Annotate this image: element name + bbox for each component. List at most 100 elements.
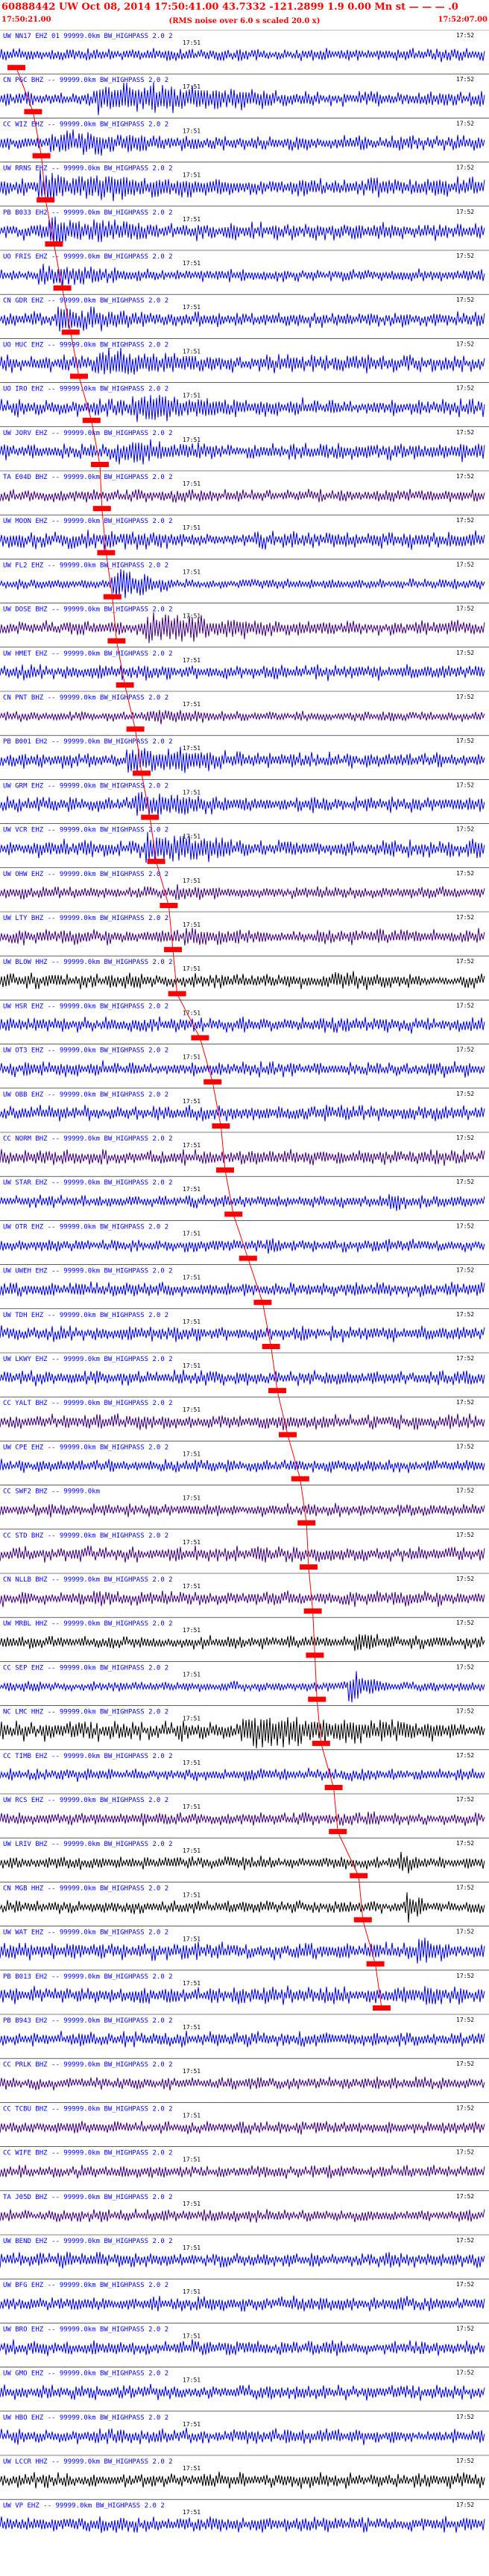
station-label: UW LTY BHZ -- 99999.0km BW_HIGHPASS 2.0 … bbox=[3, 915, 168, 922]
phase-pick-marker bbox=[268, 1388, 286, 1394]
time-tick-label: 17:51 bbox=[183, 304, 201, 311]
time-tick-label: 17:51 bbox=[183, 1230, 201, 1237]
time-tick-label: 17:52 bbox=[456, 1178, 474, 1185]
waveform-trace bbox=[0, 1671, 485, 1703]
phase-pick-marker bbox=[312, 1740, 330, 1746]
station-label: UW OHW EHZ -- 99999.0km BW_HIGHPASS 2.0 … bbox=[3, 871, 168, 878]
station-label: UW NN17 EHZ 01 99999.0km BW_HIGHPASS 2.0… bbox=[3, 33, 173, 40]
waveform-trace bbox=[0, 1985, 485, 2005]
station-label: UO IRO EHZ -- 99999.0km BW_HIGHPASS 2.0 … bbox=[3, 386, 168, 393]
time-tick-label: 17:52 bbox=[456, 958, 474, 965]
station-label: UW BFG EHZ -- 99999.0km BW_HIGHPASS 2.0 … bbox=[3, 2282, 168, 2289]
phase-pick-marker bbox=[147, 858, 165, 864]
trace-layer bbox=[0, 30, 489, 2534]
station-label: UW BLOW HHZ -- 99999.0km BW_HIGHPASS 2.0… bbox=[3, 959, 173, 966]
waveform-trace bbox=[0, 791, 485, 816]
waveform-trace bbox=[0, 1634, 485, 1652]
time-tick-label: 17:51 bbox=[183, 1009, 201, 1016]
time-tick-label: 17:51 bbox=[183, 1671, 201, 1678]
time-tick-label: 17:52 bbox=[456, 2237, 474, 2244]
station-label: CC WIFE BHZ -- 99999.0km BW_HIGHPASS 2.0… bbox=[3, 2150, 173, 2157]
station-label: UW HMET EHZ -- 99999.0km BW_HIGHPASS 2.0… bbox=[3, 650, 173, 658]
waveform-trace bbox=[0, 1851, 485, 1874]
time-tick-label: 17:52 bbox=[456, 1047, 474, 1053]
phase-pick-marker bbox=[126, 726, 145, 732]
time-tick-label: 17:51 bbox=[183, 172, 201, 179]
time-tick-label: 17:52 bbox=[456, 1884, 474, 1891]
phase-pick-marker bbox=[92, 506, 111, 512]
time-tick-label: 17:52 bbox=[456, 2414, 474, 2420]
station-label: CN MGB HHZ -- 99999.0km BW_HIGHPASS 2.0 … bbox=[3, 1885, 168, 1892]
waveform-trace bbox=[0, 264, 485, 287]
station-label: CC SWF2 BHZ -- 99999.0km bbox=[3, 1488, 100, 1496]
time-tick-label: 17:51 bbox=[183, 2509, 201, 2516]
time-tick-label: 17:52 bbox=[456, 253, 474, 259]
waveform-trace bbox=[0, 2076, 485, 2091]
station-label: UW GRM EHZ -- 99999.0km BW_HIGHPASS 2.0 … bbox=[3, 782, 168, 790]
time-tick-label: 17:52 bbox=[456, 2458, 474, 2464]
station-label: UW VCR EHZ -- 99999.0km BW_HIGHPASS 2.0 … bbox=[3, 827, 168, 834]
time-tick-label: 17:52 bbox=[456, 1267, 474, 1274]
time-tick-label: 17:52 bbox=[456, 1796, 474, 1803]
phase-pick-marker bbox=[303, 1608, 322, 1614]
station-label: TA J05D BHZ -- 99999.0km BW_HIGHPASS 2.0… bbox=[3, 2194, 173, 2201]
time-tick-label: 17:51 bbox=[183, 1627, 201, 1634]
time-tick-label: 17:52 bbox=[456, 826, 474, 833]
phase-pick-marker bbox=[160, 903, 178, 908]
station-label: UW CPE EHZ -- 99999.0km BW_HIGHPASS 2.0 … bbox=[3, 1444, 168, 1451]
waveform-trace bbox=[0, 395, 485, 422]
time-tick-label: 17:51 bbox=[183, 2332, 201, 2339]
time-tick-label: 17:51 bbox=[183, 878, 201, 884]
waveform-trace bbox=[0, 1716, 485, 1748]
event-title: 60888442 UW Oct 08, 2014 17:50:41.00 43.… bbox=[1, 1, 458, 13]
time-tick-label: 17:51 bbox=[183, 1936, 201, 1943]
time-tick-label: 17:51 bbox=[183, 1583, 201, 1590]
time-tick-label: 17:52 bbox=[456, 165, 474, 171]
phase-pick-marker bbox=[32, 153, 51, 159]
waveform-trace bbox=[0, 1281, 485, 1298]
station-label: UW OBB EHZ -- 99999.0km BW_HIGHPASS 2.0 … bbox=[3, 1091, 168, 1099]
station-label: UW WAT EHZ -- 99999.0km BW_HIGHPASS 2.0 … bbox=[3, 1929, 168, 1937]
waveform-trace bbox=[0, 2516, 485, 2534]
station-label: UW HSR EHZ -- 99999.0km BW_HIGHPASS 2.0 … bbox=[3, 1003, 168, 1010]
time-tick-label: 17:52 bbox=[456, 694, 474, 700]
time-tick-label: 17:52 bbox=[456, 120, 474, 127]
phase-pick-marker bbox=[37, 197, 55, 203]
time-tick-label: 17:52 bbox=[456, 781, 474, 788]
waveform-trace bbox=[0, 710, 485, 725]
phase-pick-marker bbox=[61, 329, 80, 335]
time-tick-label: 17:52 bbox=[456, 1840, 474, 1847]
time-tick-label: 17:52 bbox=[456, 914, 474, 921]
time-tick-label: 17:51 bbox=[183, 2245, 201, 2251]
station-label: CC PRLK BHZ -- 99999.0km BW_HIGHPASS 2.0… bbox=[3, 2061, 173, 2069]
time-tick-label: 17:51 bbox=[183, 2068, 201, 2075]
time-tick-label: 17:52 bbox=[456, 385, 474, 392]
waveform-trace bbox=[0, 1590, 485, 1608]
waveform-trace bbox=[0, 306, 485, 332]
time-tick-label: 17:51 bbox=[183, 789, 201, 796]
time-tick-label: 17:51 bbox=[183, 480, 201, 487]
waveform-trace bbox=[0, 1060, 485, 1078]
phase-pick-marker bbox=[97, 550, 116, 556]
waveform-trace bbox=[0, 1413, 485, 1431]
station-label: PB B001 EH2 -- 99999.0km BW_HIGHPASS 2.0… bbox=[3, 738, 173, 746]
station-label: CN PGC BHZ -- 99999.0km BW_HIGHPASS 2.0 … bbox=[3, 77, 168, 84]
time-tick-label: 17:52 bbox=[456, 1708, 474, 1715]
waveform-trace bbox=[0, 1503, 485, 1517]
station-label: UW HBO EHZ -- 99999.0km BW_HIGHPASS 2.0 … bbox=[3, 2414, 168, 2422]
phase-pick-marker bbox=[141, 814, 160, 820]
phase-pick-marker bbox=[82, 417, 101, 423]
phase-pick-marker bbox=[308, 1696, 326, 1702]
time-tick-label: 17:51 bbox=[183, 921, 201, 928]
time-tick-label: 17:51 bbox=[183, 1891, 201, 1898]
scaling-note: (RMS noise over 6.0 s scaled 20.0 x) bbox=[168, 17, 321, 25]
phase-pick-marker bbox=[350, 1873, 368, 1879]
time-tick-label: 17:52 bbox=[456, 2104, 474, 2111]
time-tick-label: 17:52 bbox=[456, 870, 474, 877]
waveform-trace bbox=[0, 2208, 485, 2223]
waveform-trace bbox=[0, 831, 485, 865]
time-tick-label: 17:51 bbox=[183, 127, 201, 134]
time-tick-label: 17:51 bbox=[183, 1275, 201, 1281]
waveform-trace bbox=[0, 489, 485, 503]
waveform-trace bbox=[0, 1768, 485, 1782]
